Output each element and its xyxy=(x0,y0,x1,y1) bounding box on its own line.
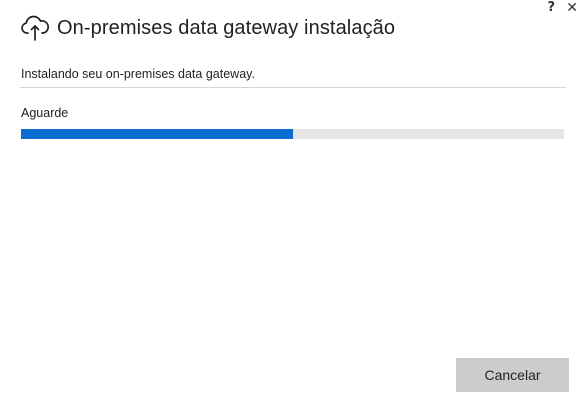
status-text: Aguarde xyxy=(21,106,69,120)
help-button[interactable]: ? xyxy=(547,1,555,15)
cloud-upload-icon xyxy=(20,14,50,42)
header: On-premises data gateway instalação xyxy=(20,14,395,42)
close-button[interactable]: ✕ xyxy=(566,0,578,16)
divider xyxy=(20,87,566,88)
install-subtitle: Instalando seu on-premises data gateway. xyxy=(21,67,255,81)
progress-bar xyxy=(21,129,564,139)
progress-bar-fill xyxy=(21,129,293,139)
page-title: On-premises data gateway instalação xyxy=(57,16,396,39)
cancel-button[interactable]: Cancelar xyxy=(456,358,569,392)
